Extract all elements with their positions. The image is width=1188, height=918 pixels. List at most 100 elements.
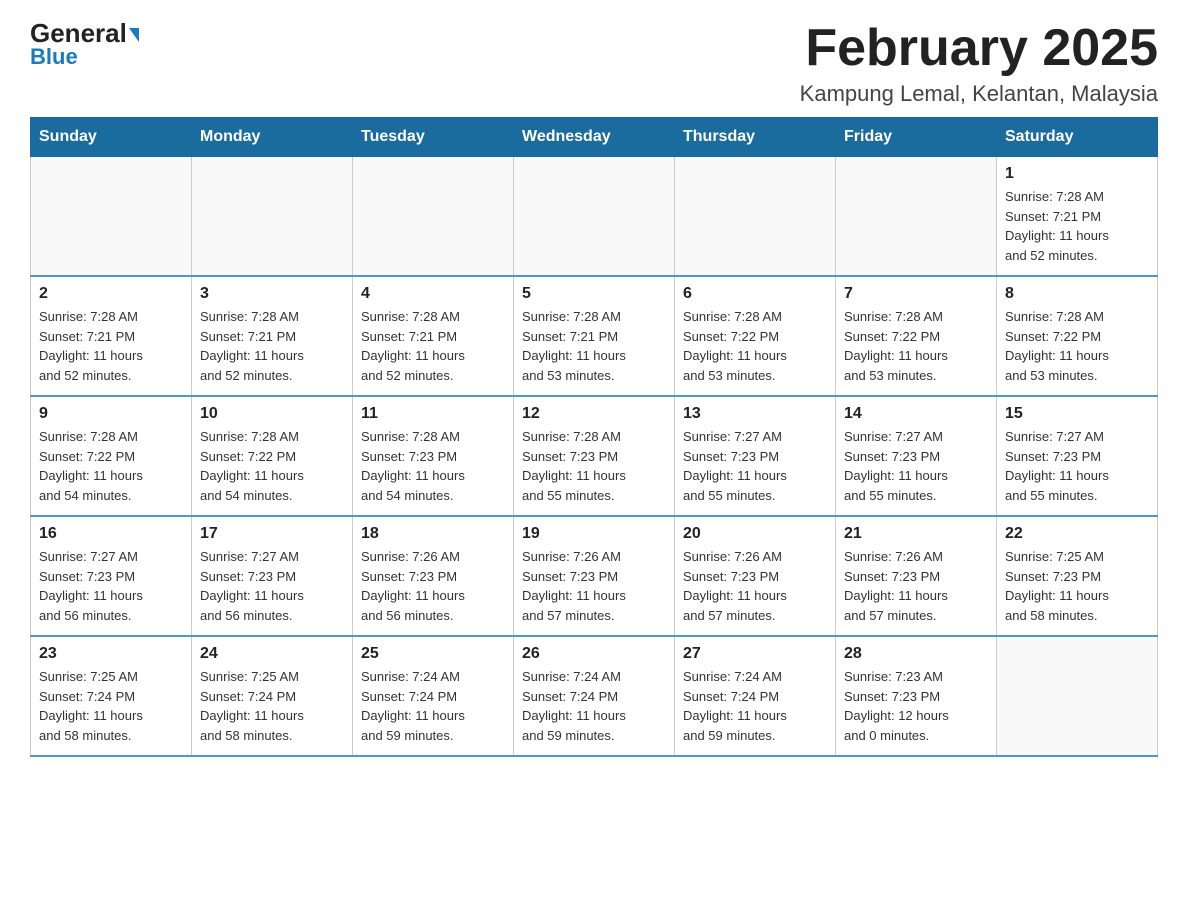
weekday-friday: Friday <box>836 118 997 157</box>
day-cell: 16 Sunrise: 7:27 AM Sunset: 7:23 PM Dayli… <box>31 516 192 636</box>
weekday-tuesday: Tuesday <box>353 118 514 157</box>
weekday-sunday: Sunday <box>31 118 192 157</box>
weekday-thursday: Thursday <box>675 118 836 157</box>
day-info: Sunrise: 7:28 AM Sunset: 7:22 PM Dayligh… <box>844 307 988 385</box>
weekday-header-row: SundayMondayTuesdayWednesdayThursdayFrid… <box>31 118 1158 157</box>
day-info: Sunrise: 7:28 AM Sunset: 7:21 PM Dayligh… <box>361 307 505 385</box>
day-number: 15 <box>1005 405 1149 423</box>
day-cell: 4 Sunrise: 7:28 AM Sunset: 7:21 PM Daylig… <box>353 276 514 396</box>
week-row-5: 23 Sunrise: 7:25 AM Sunset: 7:24 PM Dayli… <box>31 636 1158 756</box>
day-number: 26 <box>522 645 666 663</box>
header: General Blue February 2025 Kampung Lemal… <box>30 20 1158 107</box>
day-info: Sunrise: 7:27 AM Sunset: 7:23 PM Dayligh… <box>683 427 827 505</box>
day-cell: 13 Sunrise: 7:27 AM Sunset: 7:23 PM Dayli… <box>675 396 836 516</box>
day-number: 2 <box>39 285 183 303</box>
weekday-monday: Monday <box>192 118 353 157</box>
day-number: 12 <box>522 405 666 423</box>
day-cell: 17 Sunrise: 7:27 AM Sunset: 7:23 PM Dayli… <box>192 516 353 636</box>
day-number: 18 <box>361 525 505 543</box>
day-info: Sunrise: 7:25 AM Sunset: 7:24 PM Dayligh… <box>200 667 344 745</box>
day-number: 21 <box>844 525 988 543</box>
day-cell <box>675 157 836 277</box>
day-info: Sunrise: 7:25 AM Sunset: 7:24 PM Dayligh… <box>39 667 183 745</box>
day-cell: 24 Sunrise: 7:25 AM Sunset: 7:24 PM Dayli… <box>192 636 353 756</box>
day-cell <box>192 157 353 277</box>
day-info: Sunrise: 7:28 AM Sunset: 7:23 PM Dayligh… <box>522 427 666 505</box>
day-info: Sunrise: 7:27 AM Sunset: 7:23 PM Dayligh… <box>200 547 344 625</box>
week-row-3: 9 Sunrise: 7:28 AM Sunset: 7:22 PM Daylig… <box>31 396 1158 516</box>
day-cell: 2 Sunrise: 7:28 AM Sunset: 7:21 PM Daylig… <box>31 276 192 396</box>
day-number: 23 <box>39 645 183 663</box>
day-info: Sunrise: 7:28 AM Sunset: 7:21 PM Dayligh… <box>1005 187 1149 265</box>
location-title: Kampung Lemal, Kelantan, Malaysia <box>800 81 1158 107</box>
day-number: 20 <box>683 525 827 543</box>
day-number: 13 <box>683 405 827 423</box>
day-cell <box>836 157 997 277</box>
day-number: 11 <box>361 405 505 423</box>
day-cell: 11 Sunrise: 7:28 AM Sunset: 7:23 PM Dayli… <box>353 396 514 516</box>
day-info: Sunrise: 7:24 AM Sunset: 7:24 PM Dayligh… <box>522 667 666 745</box>
day-number: 19 <box>522 525 666 543</box>
day-cell: 1 Sunrise: 7:28 AM Sunset: 7:21 PM Daylig… <box>997 157 1158 277</box>
week-row-2: 2 Sunrise: 7:28 AM Sunset: 7:21 PM Daylig… <box>31 276 1158 396</box>
week-row-4: 16 Sunrise: 7:27 AM Sunset: 7:23 PM Dayli… <box>31 516 1158 636</box>
day-info: Sunrise: 7:28 AM Sunset: 7:22 PM Dayligh… <box>200 427 344 505</box>
day-cell: 5 Sunrise: 7:28 AM Sunset: 7:21 PM Daylig… <box>514 276 675 396</box>
day-cell <box>353 157 514 277</box>
calendar-header: SundayMondayTuesdayWednesdayThursdayFrid… <box>31 118 1158 157</box>
day-cell: 20 Sunrise: 7:26 AM Sunset: 7:23 PM Dayli… <box>675 516 836 636</box>
day-info: Sunrise: 7:24 AM Sunset: 7:24 PM Dayligh… <box>361 667 505 745</box>
day-info: Sunrise: 7:25 AM Sunset: 7:23 PM Dayligh… <box>1005 547 1149 625</box>
day-cell: 12 Sunrise: 7:28 AM Sunset: 7:23 PM Dayli… <box>514 396 675 516</box>
day-number: 7 <box>844 285 988 303</box>
day-number: 24 <box>200 645 344 663</box>
day-number: 16 <box>39 525 183 543</box>
day-number: 25 <box>361 645 505 663</box>
day-info: Sunrise: 7:28 AM Sunset: 7:21 PM Dayligh… <box>39 307 183 385</box>
day-info: Sunrise: 7:28 AM Sunset: 7:22 PM Dayligh… <box>39 427 183 505</box>
day-number: 4 <box>361 285 505 303</box>
day-cell: 26 Sunrise: 7:24 AM Sunset: 7:24 PM Dayli… <box>514 636 675 756</box>
weekday-wednesday: Wednesday <box>514 118 675 157</box>
day-cell: 10Sunrise: 7:28 AM Sunset: 7:22 PM Dayli… <box>192 396 353 516</box>
day-info: Sunrise: 7:26 AM Sunset: 7:23 PM Dayligh… <box>844 547 988 625</box>
logo-blue: Blue <box>30 44 78 70</box>
day-number: 1 <box>1005 165 1149 183</box>
day-cell <box>514 157 675 277</box>
day-number: 17 <box>200 525 344 543</box>
day-info: Sunrise: 7:26 AM Sunset: 7:23 PM Dayligh… <box>361 547 505 625</box>
day-cell: 22Sunrise: 7:25 AM Sunset: 7:23 PM Dayli… <box>997 516 1158 636</box>
day-info: Sunrise: 7:28 AM Sunset: 7:22 PM Dayligh… <box>683 307 827 385</box>
day-info: Sunrise: 7:27 AM Sunset: 7:23 PM Dayligh… <box>39 547 183 625</box>
weekday-saturday: Saturday <box>997 118 1158 157</box>
day-cell: 14Sunrise: 7:27 AM Sunset: 7:23 PM Dayli… <box>836 396 997 516</box>
logo-arrow-icon <box>129 28 139 42</box>
day-cell: 25 Sunrise: 7:24 AM Sunset: 7:24 PM Dayli… <box>353 636 514 756</box>
day-cell: 18 Sunrise: 7:26 AM Sunset: 7:23 PM Dayli… <box>353 516 514 636</box>
week-row-1: 1 Sunrise: 7:28 AM Sunset: 7:21 PM Daylig… <box>31 157 1158 277</box>
month-title: February 2025 <box>800 20 1158 77</box>
logo: General Blue <box>30 20 139 70</box>
day-info: Sunrise: 7:28 AM Sunset: 7:23 PM Dayligh… <box>361 427 505 505</box>
day-cell: 28Sunrise: 7:23 AM Sunset: 7:23 PM Dayli… <box>836 636 997 756</box>
day-info: Sunrise: 7:26 AM Sunset: 7:23 PM Dayligh… <box>683 547 827 625</box>
day-cell: 19 Sunrise: 7:26 AM Sunset: 7:23 PM Dayli… <box>514 516 675 636</box>
day-cell: 15Sunrise: 7:27 AM Sunset: 7:23 PM Dayli… <box>997 396 1158 516</box>
day-cell: 3Sunrise: 7:28 AM Sunset: 7:21 PM Daylig… <box>192 276 353 396</box>
title-section: February 2025 Kampung Lemal, Kelantan, M… <box>800 20 1158 107</box>
day-cell: 6Sunrise: 7:28 AM Sunset: 7:22 PM Daylig… <box>675 276 836 396</box>
day-info: Sunrise: 7:27 AM Sunset: 7:23 PM Dayligh… <box>844 427 988 505</box>
day-number: 5 <box>522 285 666 303</box>
day-cell: 23 Sunrise: 7:25 AM Sunset: 7:24 PM Dayli… <box>31 636 192 756</box>
day-info: Sunrise: 7:23 AM Sunset: 7:23 PM Dayligh… <box>844 667 988 745</box>
day-info: Sunrise: 7:28 AM Sunset: 7:22 PM Dayligh… <box>1005 307 1149 385</box>
day-info: Sunrise: 7:28 AM Sunset: 7:21 PM Dayligh… <box>522 307 666 385</box>
calendar-body: 1 Sunrise: 7:28 AM Sunset: 7:21 PM Daylig… <box>31 157 1158 757</box>
day-number: 3 <box>200 285 344 303</box>
day-info: Sunrise: 7:26 AM Sunset: 7:23 PM Dayligh… <box>522 547 666 625</box>
day-number: 9 <box>39 405 183 423</box>
calendar: SundayMondayTuesdayWednesdayThursdayFrid… <box>30 117 1158 757</box>
day-cell: 21 Sunrise: 7:26 AM Sunset: 7:23 PM Dayli… <box>836 516 997 636</box>
day-cell: 8Sunrise: 7:28 AM Sunset: 7:22 PM Daylig… <box>997 276 1158 396</box>
day-cell <box>31 157 192 277</box>
